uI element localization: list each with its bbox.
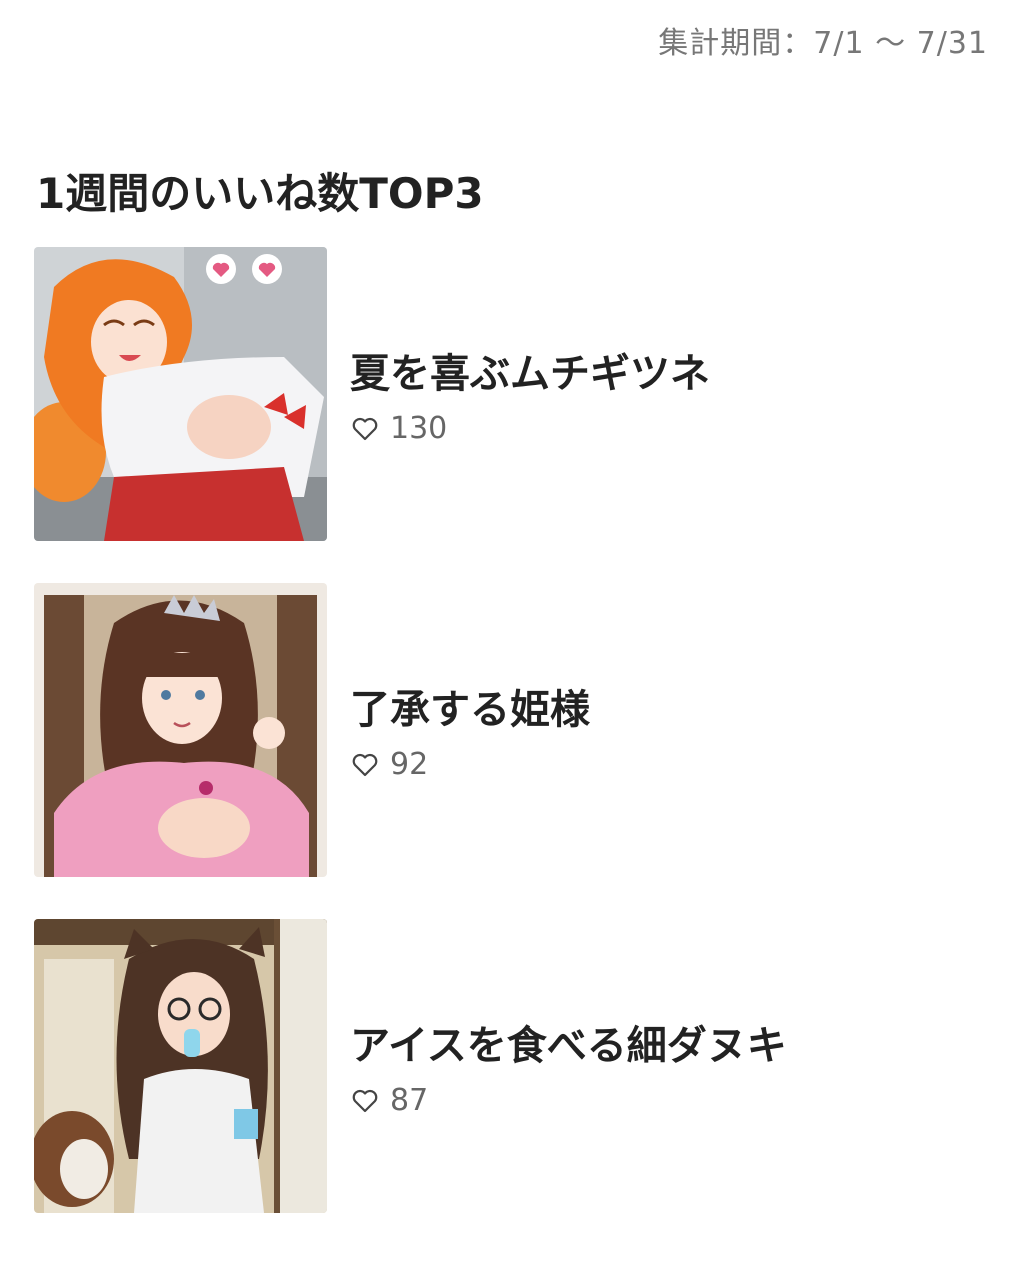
thumbnail-image-1[interactable] bbox=[34, 247, 327, 541]
princess-illustration-icon bbox=[34, 583, 327, 877]
fox-girl-illustration-icon bbox=[34, 247, 327, 541]
ranking-page: 集計期間：7/1 〜 7/31 1週間のいいね数TOP3 夏を喜ぶムチギツネ 1… bbox=[0, 0, 1024, 1263]
ranking-item-2[interactable]: 了承する姫様 92 bbox=[34, 583, 984, 877]
like-count-2: 92 bbox=[352, 747, 428, 782]
period-label: 集計期間：7/1 〜 7/31 bbox=[658, 26, 988, 61]
ranking-item-3[interactable]: アイスを食べる細ダヌキ 87 bbox=[34, 919, 984, 1213]
like-count-value: 130 bbox=[390, 411, 448, 446]
like-count-1: 130 bbox=[352, 411, 447, 446]
item-title-1[interactable]: 夏を喜ぶムチギツネ bbox=[350, 341, 710, 399]
heart-icon[interactable] bbox=[352, 753, 378, 777]
thumbnail-image-3[interactable] bbox=[34, 919, 327, 1213]
heart-icon[interactable] bbox=[352, 1089, 378, 1113]
like-count-value: 87 bbox=[390, 1083, 429, 1118]
item-title-2[interactable]: 了承する姫様 bbox=[350, 677, 590, 735]
like-count-3: 87 bbox=[352, 1083, 428, 1118]
ranking-item-1[interactable]: 夏を喜ぶムチギツネ 130 bbox=[34, 247, 984, 541]
section-title: 1週間のいいね数TOP3 bbox=[36, 169, 484, 218]
item-title-3[interactable]: アイスを食べる細ダヌキ bbox=[350, 1013, 787, 1071]
tanuki-girl-illustration-icon bbox=[34, 919, 327, 1213]
like-count-value: 92 bbox=[390, 747, 429, 782]
thumbnail-image-2[interactable] bbox=[34, 583, 327, 877]
heart-icon[interactable] bbox=[352, 417, 378, 441]
